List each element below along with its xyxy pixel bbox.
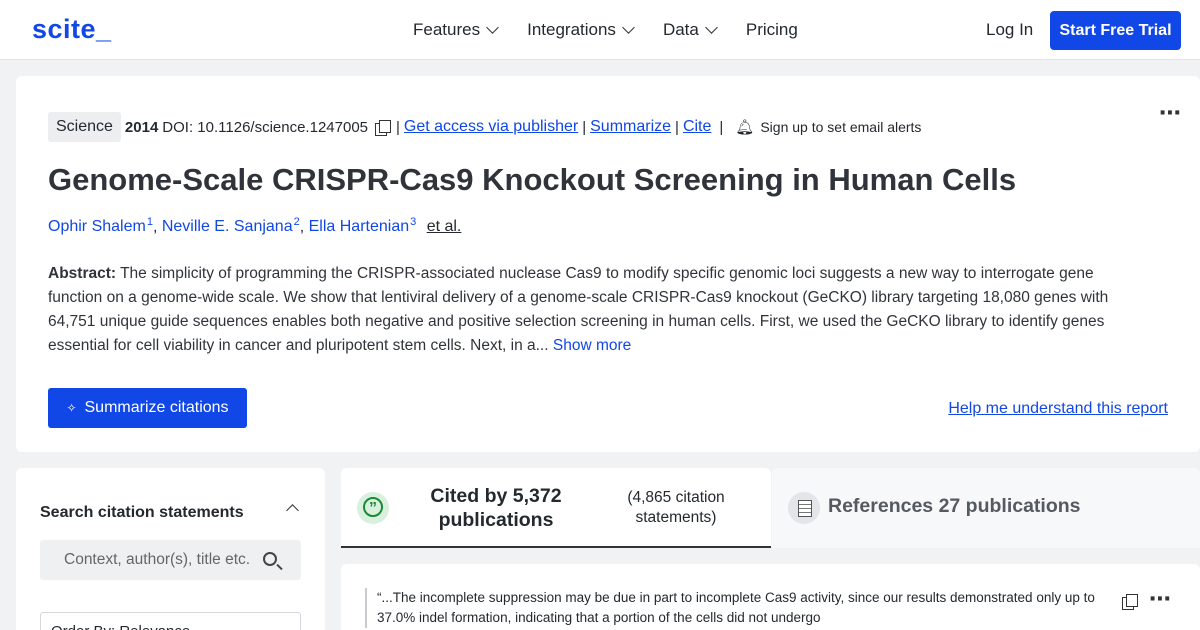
nav-data-label: Data bbox=[662, 20, 699, 39]
journal-badge[interactable]: Science bbox=[48, 112, 121, 142]
year: 2014 bbox=[124, 118, 159, 136]
order-by-select[interactable]: Order By: Relevance bbox=[40, 612, 301, 630]
help-link[interactable]: Help me understand this report bbox=[948, 400, 1168, 418]
author-link[interactable]: Ophir Shalem1 bbox=[48, 216, 153, 236]
chevron-down-icon bbox=[704, 21, 718, 34]
paper-card: Science 2014 DOI: 10.1126/science.124700… bbox=[16, 76, 1200, 452]
chevron-up-icon[interactable] bbox=[286, 504, 299, 517]
author-name: Ophir Shalem bbox=[48, 218, 146, 236]
nav-menu: Features Integrations Data Pricing bbox=[413, 0, 828, 60]
nav-features-label: Features bbox=[413, 20, 481, 39]
search-panel-title: Search citation statements bbox=[40, 504, 244, 521]
cited-by-count: Cited by 5,372 publications bbox=[430, 485, 562, 531]
author-link[interactable]: Ella Hartenian3 bbox=[308, 216, 417, 236]
chevron-down-icon bbox=[622, 21, 635, 34]
search-box bbox=[40, 540, 301, 580]
email-alerts-link[interactable]: Sign up to set email alerts bbox=[760, 119, 921, 135]
author-link[interactable]: Neville E. Sanjana2 bbox=[161, 216, 300, 236]
paper-title: Genome-Scale CRISPR-Cas9 Knockout Screen… bbox=[48, 162, 1017, 197]
author-affiliation: 3 bbox=[410, 216, 417, 228]
abstract: Abstract: The simplicity of programming … bbox=[48, 262, 1148, 358]
paper-meta: Science 2014 DOI: 10.1126/science.124700… bbox=[48, 112, 921, 142]
doi: DOI: 10.1126/science.1247005 bbox=[162, 118, 368, 136]
more-options-icon[interactable]: ⋯ bbox=[1159, 100, 1182, 126]
search-icon[interactable] bbox=[263, 552, 277, 566]
sparkle-icon: ✧ bbox=[66, 401, 77, 415]
summarize-citations-button[interactable]: ✧ Summarize citations bbox=[48, 388, 247, 428]
nav-data[interactable]: Data bbox=[662, 20, 718, 40]
bell-icon[interactable]: 🔔︎ bbox=[735, 118, 754, 136]
author-list: Ophir Shalem1, Neville E. Sanjana2, Ella… bbox=[48, 216, 462, 236]
et-al-link[interactable]: et al. bbox=[427, 218, 462, 235]
citation-statement-card: “...The incomplete suppression may be du… bbox=[341, 564, 1200, 630]
abstract-label: Abstract: bbox=[48, 265, 117, 282]
citation-quote: “...The incomplete suppression may be du… bbox=[365, 588, 1095, 628]
quote-bubble-icon bbox=[357, 492, 389, 524]
copy-icon[interactable] bbox=[375, 120, 391, 136]
summarize-link[interactable]: Summarize bbox=[590, 118, 671, 136]
author-affiliation: 2 bbox=[293, 216, 300, 228]
document-icon bbox=[788, 492, 820, 524]
tab-cited-by[interactable]: Cited by 5,372 publications (4,865 citat… bbox=[341, 468, 771, 548]
separator: | bbox=[719, 118, 724, 136]
start-trial-button[interactable]: Start Free Trial bbox=[1050, 11, 1181, 50]
search-panel: Search citation statements Order By: Rel… bbox=[16, 468, 325, 630]
separator: | bbox=[675, 118, 679, 136]
references-count: References 27 publications bbox=[828, 495, 1081, 517]
citation-statements-count: (4,865 citation statements) bbox=[627, 489, 725, 526]
nav-features[interactable]: Features bbox=[413, 20, 499, 40]
nav-pricing[interactable]: Pricing bbox=[746, 20, 798, 40]
nav-pricing-label: Pricing bbox=[745, 20, 798, 39]
access-link[interactable]: Get access via publisher bbox=[404, 118, 578, 136]
top-nav: scite_ Features Integrations Data Pricin… bbox=[0, 0, 1200, 60]
login-link[interactable]: Log In bbox=[986, 20, 1033, 40]
summarize-citations-label: Summarize citations bbox=[84, 399, 229, 416]
show-more-link[interactable]: Show more bbox=[553, 337, 631, 354]
more-options-icon[interactable]: ⋯ bbox=[1149, 586, 1172, 612]
search-input[interactable] bbox=[40, 540, 270, 580]
logo[interactable]: scite_ bbox=[32, 14, 112, 45]
citation-tabs: Cited by 5,372 publications (4,865 citat… bbox=[341, 468, 1200, 548]
tab-references[interactable]: References 27 publications bbox=[772, 468, 1200, 548]
copy-icon[interactable] bbox=[1122, 594, 1138, 610]
author-affiliation: 1 bbox=[146, 216, 153, 228]
author-name: Ella Hartenian bbox=[308, 218, 410, 236]
nav-integrations[interactable]: Integrations bbox=[527, 20, 635, 40]
nav-integrations-label: Integrations bbox=[527, 20, 616, 39]
chevron-down-icon bbox=[486, 21, 499, 34]
cite-link[interactable]: Cite bbox=[683, 118, 711, 136]
separator: | bbox=[582, 118, 587, 136]
separator: | bbox=[396, 118, 400, 136]
author-name: Neville E. Sanjana bbox=[161, 218, 293, 236]
